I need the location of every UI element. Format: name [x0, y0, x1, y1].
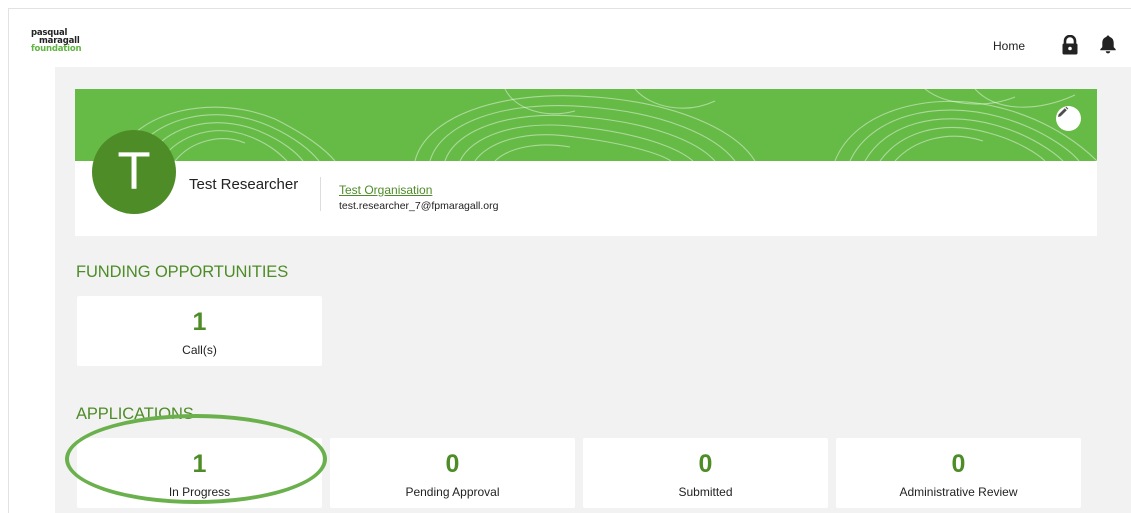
pending-approval-label: Pending Approval: [405, 485, 500, 499]
pending-approval-count: 0: [445, 450, 460, 478]
administrative-review-label: Administrative Review: [899, 485, 1018, 499]
bell-icon[interactable]: [1099, 34, 1117, 54]
funding-calls-label: Call(s): [182, 343, 217, 357]
submitted-label: Submitted: [678, 485, 733, 499]
top-bar: pasqual maragall foundation Home: [9, 9, 1131, 67]
app-window: pasqual maragall foundation Home T Test …: [8, 8, 1131, 513]
lock-icon[interactable]: [1061, 35, 1079, 55]
applications-in-progress-card[interactable]: 1 In Progress: [77, 438, 322, 508]
organisation-block: Test Organisation test.researcher_7@fpma…: [320, 177, 499, 212]
profile-banner: [75, 89, 1097, 161]
profile-email: test.researcher_7@fpmaragall.org: [339, 200, 499, 212]
submitted-count: 0: [698, 450, 713, 478]
pencil-icon: [1058, 106, 1069, 117]
applications-pending-approval-card[interactable]: 0 Pending Approval: [330, 438, 575, 508]
logo-line-3: foundation: [31, 44, 82, 54]
administrative-review-count: 0: [951, 450, 966, 478]
funding-section-title: FUNDING OPPORTUNITIES: [76, 263, 289, 281]
dashboard-content: T Test Researcher Test Organisation test…: [55, 67, 1131, 513]
edit-profile-button[interactable]: [1056, 106, 1081, 131]
organisation-link[interactable]: Test Organisation: [339, 183, 498, 197]
funding-calls-card[interactable]: 1 Call(s): [77, 296, 322, 366]
in-progress-count: 1: [192, 450, 207, 478]
profile-card: T Test Researcher Test Organisation test…: [75, 89, 1097, 236]
applications-section-title: APPLICATIONS: [76, 405, 194, 423]
in-progress-label: In Progress: [168, 485, 231, 499]
nav-home-link[interactable]: Home: [993, 39, 1025, 53]
profile-name: Test Researcher: [189, 176, 299, 193]
avatar: T: [92, 130, 176, 214]
foundation-logo[interactable]: pasqual maragall foundation: [31, 29, 82, 54]
applications-administrative-review-card[interactable]: 0 Administrative Review: [836, 438, 1081, 508]
brain-pattern-decoration: [114, 89, 1097, 161]
funding-calls-count: 1: [192, 308, 207, 336]
applications-submitted-card[interactable]: 0 Submitted: [583, 438, 828, 508]
